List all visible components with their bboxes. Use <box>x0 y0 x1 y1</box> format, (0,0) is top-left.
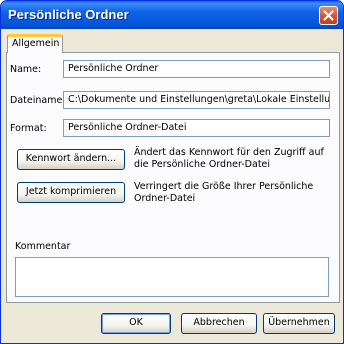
apply-button[interactable]: Übernehmen <box>263 313 335 334</box>
compact-now-button[interactable]: Jetzt komprimieren <box>17 182 125 203</box>
ok-button[interactable]: OK <box>101 313 171 334</box>
comment-textarea[interactable] <box>15 257 329 297</box>
filename-label: Dateiname: <box>10 95 66 106</box>
change-password-button[interactable]: Kennwort ändern... <box>17 149 125 170</box>
change-password-description: Ändert das Kennwort für den Zugriff auf … <box>134 147 324 170</box>
tab-label: Allgemein <box>12 38 60 49</box>
format-field: Persönliche Ordner-Datei <box>63 119 330 137</box>
filename-field[interactable]: C:\Dokumente und Einstellungen\greta\Lok… <box>63 91 330 109</box>
close-button[interactable] <box>319 6 338 25</box>
name-label: Name: <box>10 64 42 75</box>
comment-label: Kommentar <box>15 241 71 252</box>
properties-dialog: Persönliche Ordner Allgemein Name: Persö… <box>0 0 344 344</box>
format-label: Format: <box>10 123 47 134</box>
compact-description: Verringert die Größe Ihrer Persönliche O… <box>134 181 314 204</box>
tab-allgemein[interactable]: Allgemein <box>7 34 63 53</box>
close-icon <box>323 10 334 21</box>
cancel-button[interactable]: Abbrechen <box>181 313 257 334</box>
title-bar[interactable]: Persönliche Ordner <box>1 1 343 29</box>
name-field[interactable]: Persönliche Ordner <box>63 60 330 78</box>
window-title: Persönliche Ordner <box>8 7 129 22</box>
